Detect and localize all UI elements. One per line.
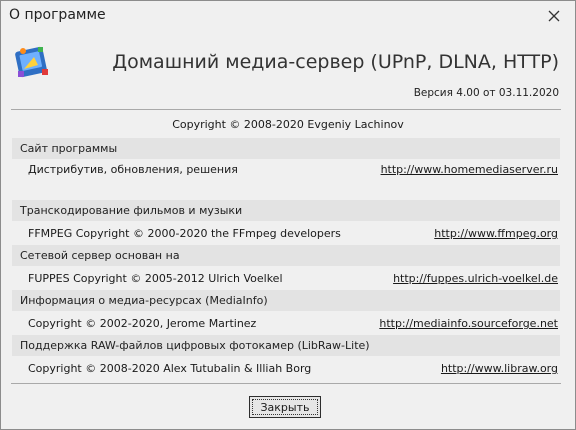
section-heading: Сайт программы [20,142,118,155]
libraw-link[interactable]: http://www.libraw.org [441,362,558,375]
app-title: Домашний медиа-сервер (UPnP, DLNA, HTTP) [112,51,559,73]
section-heading: Информация о медиа-ресурсах (MediaInfo) [20,294,268,307]
section-desc: Copyright © 2002-2020, Jerome Martinez [28,317,257,330]
section-row-website: Дистрибутив, обновления, решения http://… [12,159,560,180]
section-heading: Сетевой сервер основан на [20,249,180,262]
section-row-mediainfo: Copyright © 2002-2020, Jerome Martinez h… [12,313,560,334]
fuppes-link[interactable]: http://fuppes.ulrich-voelkel.de [393,272,558,285]
focus-rect [252,399,318,415]
window-title: О программе [9,7,106,23]
mediainfo-link[interactable]: http://mediainfo.sourceforge.net [379,317,558,330]
close-icon[interactable] [543,5,565,27]
section-header-website: Сайт программы [12,138,560,159]
about-dialog: О программе Домашний медиа-сервер (UPnP,… [0,0,576,430]
title-bar: О программе [1,1,575,31]
section-heading: Поддержка RAW-файлов цифровых фотокамер … [20,339,370,352]
copyright-text: Copyright © 2008-2020 Evgeniy Lachinov [172,118,404,131]
website-link[interactable]: http://www.homemediaserver.ru [381,163,558,176]
section-header-mediainfo: Информация о медиа-ресурсах (MediaInfo) [12,290,560,311]
divider [11,383,561,384]
section-desc: FFMPEG Copyright © 2000-2020 the FFmpeg … [28,227,341,240]
section-desc: Copyright © 2008-2020 Alex Tutubalin & I… [28,362,312,375]
section-header-libraw: Поддержка RAW-файлов цифровых фотокамер … [12,335,560,356]
section-header-transcoding: Транскодирование фильмов и музыки [12,200,560,221]
section-row-ffmpeg: FFMPEG Copyright © 2000-2020 the FFmpeg … [12,223,560,244]
section-row-fuppes: FUPPES Copyright © 2005-2012 Ulrich Voel… [12,268,560,289]
version-label: Версия 4.00 от 03.11.2020 [413,87,559,99]
divider [11,109,561,110]
close-button[interactable]: Закрыть [249,396,321,418]
section-desc: FUPPES Copyright © 2005-2012 Ulrich Voel… [28,272,283,285]
section-heading: Транскодирование фильмов и музыки [20,204,243,217]
section-row-libraw: Copyright © 2008-2020 Alex Tutubalin & I… [12,358,560,379]
app-logo-icon [14,43,54,83]
section-header-network: Сетевой сервер основан на [12,245,560,266]
section-desc: Дистрибутив, обновления, решения [28,163,238,176]
ffmpeg-link[interactable]: http://www.ffmpeg.org [434,227,558,240]
